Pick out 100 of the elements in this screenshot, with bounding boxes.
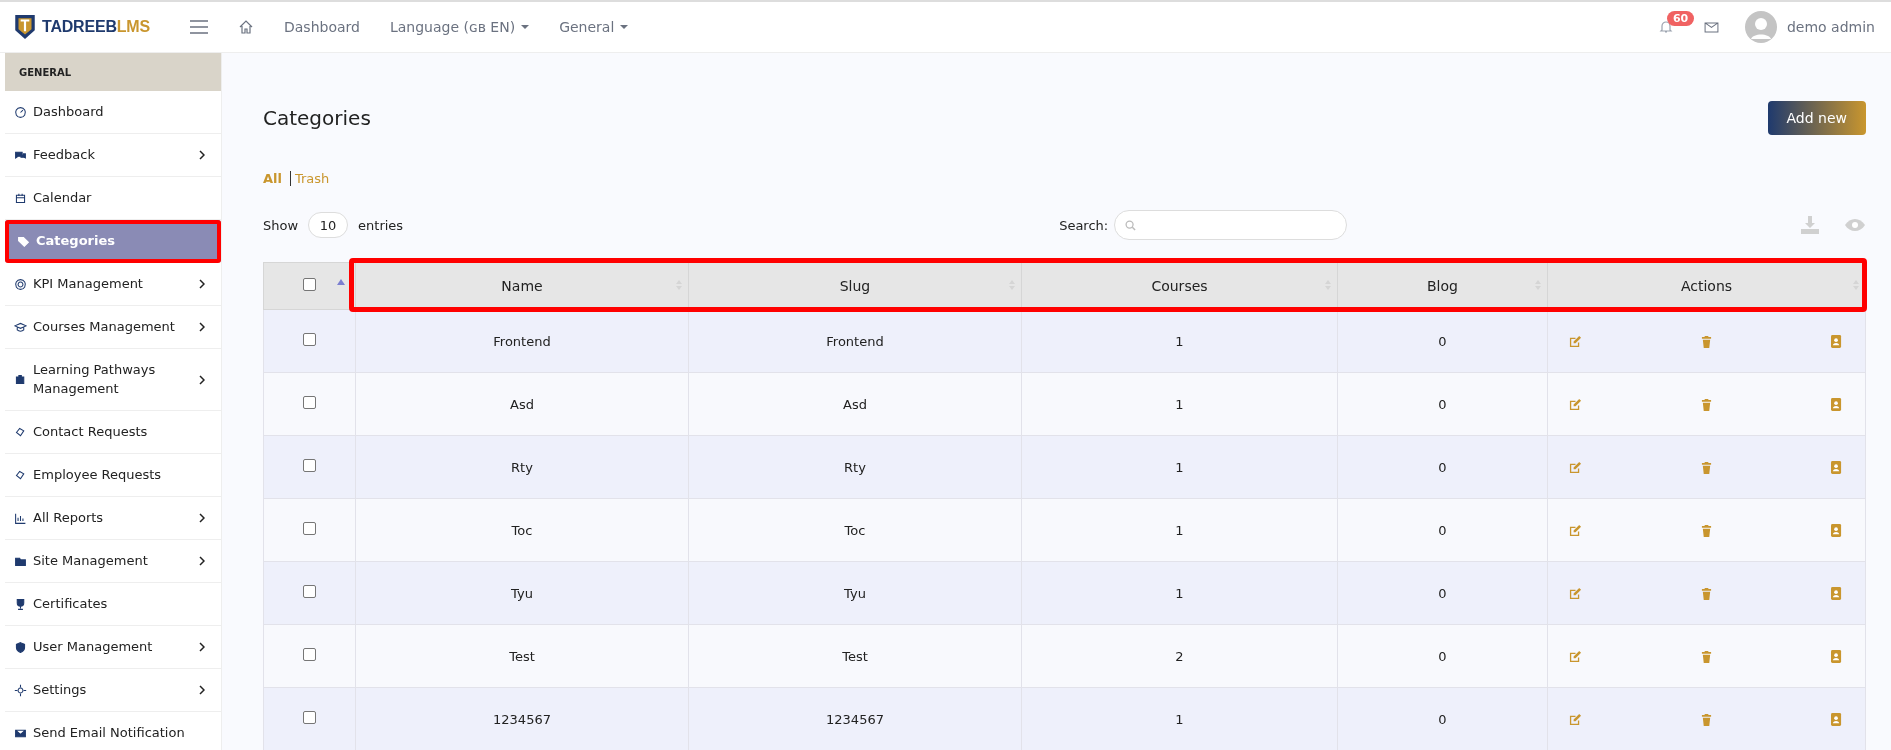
nav-link[interactable]: Dashboard — [284, 19, 360, 35]
sidebar-item[interactable]: KPI Management — [5, 263, 221, 306]
nav-link[interactable]: General — [559, 19, 629, 35]
search-label: Search: — [1059, 217, 1109, 233]
sidebar-item[interactable]: Send Email Notification — [5, 712, 221, 750]
row-checkbox[interactable] — [303, 459, 316, 472]
bell-icon[interactable] — [1657, 19, 1674, 35]
edit-icon[interactable] — [1569, 523, 1582, 537]
sidebar-item[interactable]: Employee Requests — [5, 454, 221, 497]
menu-icon[interactable] — [190, 20, 208, 34]
table-cell: 0 — [1337, 435, 1548, 499]
calendar-icon — [14, 191, 27, 205]
column-header[interactable]: Name — [355, 262, 689, 310]
edit-icon[interactable] — [1569, 712, 1582, 726]
sidebar-item[interactable]: Contact Requests — [5, 411, 221, 454]
entries-label: entries — [358, 217, 404, 233]
row-checkbox[interactable] — [303, 333, 316, 346]
table-cell: 0 — [1337, 498, 1548, 562]
sidebar-item[interactable]: Dashboard — [5, 91, 221, 134]
table-cell: 2 — [1021, 624, 1338, 688]
contact-book-icon[interactable] — [1831, 523, 1842, 537]
sidebar-item[interactable]: All Reports — [5, 497, 221, 540]
select-all-checkbox[interactable] — [303, 278, 316, 291]
add-new-button[interactable]: Add new — [1767, 101, 1866, 135]
sidebar-item[interactable]: Courses Management — [5, 306, 221, 349]
table-cell: 1 — [1021, 435, 1338, 499]
contact-book-icon[interactable] — [1831, 334, 1842, 348]
table-cell: 0 — [1337, 309, 1548, 373]
user-name[interactable]: demo admin — [1786, 19, 1875, 35]
sidebar-item[interactable]: User Management — [5, 626, 221, 669]
table-cell: 1 — [1021, 687, 1338, 750]
table-cell: 1 — [1021, 561, 1338, 625]
sort-ascending-icon[interactable] — [337, 279, 345, 285]
table-cell: Tyu — [355, 561, 689, 625]
table-cell: Asd — [355, 372, 689, 436]
download-icon[interactable] — [1800, 215, 1820, 235]
table-cell: Test — [355, 624, 689, 688]
row-checkbox[interactable] — [303, 585, 316, 598]
table-cell: Asd — [688, 372, 1022, 436]
column-header[interactable]: Slug — [688, 262, 1022, 310]
bar-chart-icon — [14, 511, 27, 525]
sidebar-item[interactable]: Settings — [5, 669, 221, 712]
graduation-cap-icon — [14, 320, 27, 334]
table-cell: 1234567 — [355, 687, 689, 750]
edit-icon[interactable] — [1569, 586, 1582, 600]
column-header[interactable]: Courses — [1021, 262, 1338, 310]
table-cell: Tyu — [688, 561, 1022, 625]
sidebar-section-header: GENERAL — [5, 53, 221, 91]
table-cell: 0 — [1337, 372, 1548, 436]
sidebar-item[interactable]: Learning Pathways Management — [5, 349, 221, 411]
target-icon — [14, 277, 27, 291]
row-checkbox[interactable] — [303, 396, 316, 409]
row-checkbox[interactable] — [303, 711, 316, 724]
sidebar-item[interactable]: Feedback — [5, 134, 221, 177]
trash-icon[interactable] — [1701, 397, 1712, 411]
home-icon[interactable] — [238, 19, 254, 35]
edit-icon[interactable] — [1569, 397, 1582, 411]
table-cell: Test — [688, 624, 1022, 688]
nav-link[interactable]: Language (ɢʙ EN) — [389, 19, 530, 35]
contact-book-icon[interactable] — [1831, 397, 1842, 411]
contact-book-icon[interactable] — [1831, 649, 1842, 663]
trash-icon[interactable] — [1701, 586, 1712, 600]
sidebar-item[interactable]: Site Management — [5, 540, 221, 583]
table-cell: Toc — [688, 498, 1022, 562]
table-cell: 1 — [1021, 309, 1338, 373]
search-field[interactable] — [1114, 210, 1348, 240]
search-icon — [1125, 219, 1137, 231]
contact-book-icon[interactable] — [1831, 712, 1842, 726]
eye-icon[interactable] — [1844, 218, 1866, 232]
table-cell: 0 — [1337, 624, 1548, 688]
row-checkbox[interactable] — [303, 522, 316, 535]
edit-icon[interactable] — [1569, 649, 1582, 663]
table-cell: 0 — [1337, 687, 1548, 750]
table-cell: Rty — [688, 435, 1022, 499]
logo-text: TADREEBLMS — [42, 18, 150, 36]
sidebar-item[interactable]: Certificates — [5, 583, 221, 626]
trash-icon[interactable] — [1701, 649, 1712, 663]
shield-icon — [14, 640, 27, 654]
trash-icon[interactable] — [1701, 523, 1712, 537]
table-cell: Toc — [355, 498, 689, 562]
row-checkbox[interactable] — [303, 648, 316, 661]
edit-icon[interactable] — [1569, 334, 1582, 348]
table-cell: 0 — [1337, 561, 1548, 625]
table-cell: 1 — [1021, 498, 1338, 562]
gauge-icon — [14, 105, 27, 119]
entries-select[interactable]: 10 — [308, 212, 349, 238]
column-header[interactable]: Blog — [1337, 262, 1548, 310]
contact-book-icon[interactable] — [1831, 460, 1842, 474]
tag-icon — [17, 234, 30, 248]
trash-icon[interactable] — [1701, 460, 1712, 474]
show-label: Show — [263, 217, 299, 233]
contact-book-icon[interactable] — [1831, 586, 1842, 600]
trash-icon[interactable] — [1701, 334, 1712, 348]
trash-icon[interactable] — [1701, 712, 1712, 726]
notification-badge: 60 — [1666, 11, 1695, 26]
edit-icon[interactable] — [1569, 460, 1582, 474]
page-title: Categories — [263, 106, 371, 130]
table-cell: Frontend — [688, 309, 1022, 373]
mail-icon[interactable] — [1703, 21, 1719, 33]
avatar-icon[interactable] — [1744, 11, 1777, 43]
